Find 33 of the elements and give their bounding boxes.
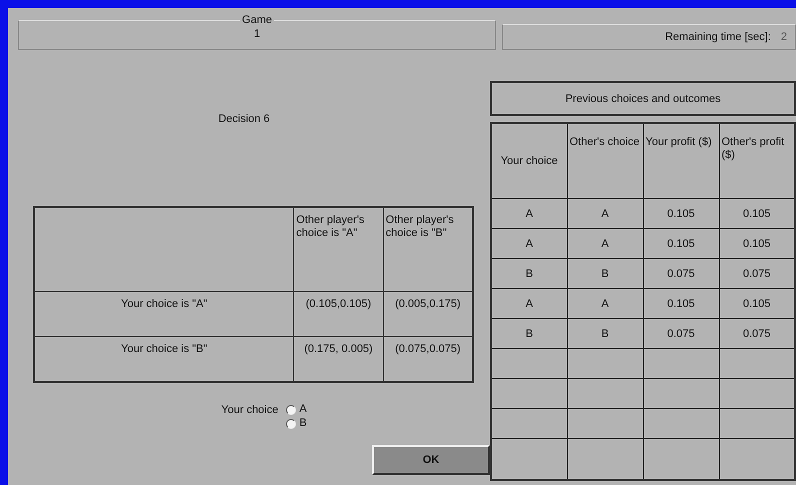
radio-button[interactable] (286, 404, 296, 414)
table-cell: A (491, 288, 567, 318)
table-cell: B (491, 258, 567, 288)
table-cell: A (567, 198, 643, 228)
table-cell: 0.075 (643, 258, 719, 288)
table-cell: B (491, 318, 567, 348)
history-title: Previous choices and outcomes (490, 81, 796, 116)
table-cell: 0.075 (643, 318, 719, 348)
row-header: Your choice is "A" (34, 292, 294, 336)
radio-option[interactable]: B (286, 417, 307, 430)
table-cell: B (567, 258, 643, 288)
decision-title: Decision 6 (217, 112, 271, 126)
table-cell: A (567, 228, 643, 258)
table-cell: A (491, 198, 567, 228)
choice-label: Your choice (221, 403, 278, 418)
table-cell: A (567, 288, 643, 318)
table-cell: B (567, 318, 643, 348)
column-header: Other's choice (567, 123, 643, 198)
table-cell: 0.105 (643, 288, 719, 318)
table-cell: 0.105 (643, 228, 719, 258)
timer-label: Remaining time [sec]: (665, 31, 771, 43)
radio-option[interactable]: A (286, 403, 307, 416)
table-cell: (0.105,0.105) (294, 292, 384, 336)
radio-button[interactable] (286, 418, 296, 428)
timer-value: 2 (780, 31, 787, 43)
table-cell: A (491, 228, 567, 258)
game-legend: Game (240, 14, 274, 26)
table-cell: 0.105 (643, 198, 719, 228)
column-header: Your profit ($) (643, 123, 719, 198)
column-header: Other player's choice is "A" (294, 207, 384, 292)
game-number: 1 (252, 27, 262, 42)
column-header: Your choice (491, 123, 567, 198)
ok-button[interactable]: OK (372, 445, 490, 475)
